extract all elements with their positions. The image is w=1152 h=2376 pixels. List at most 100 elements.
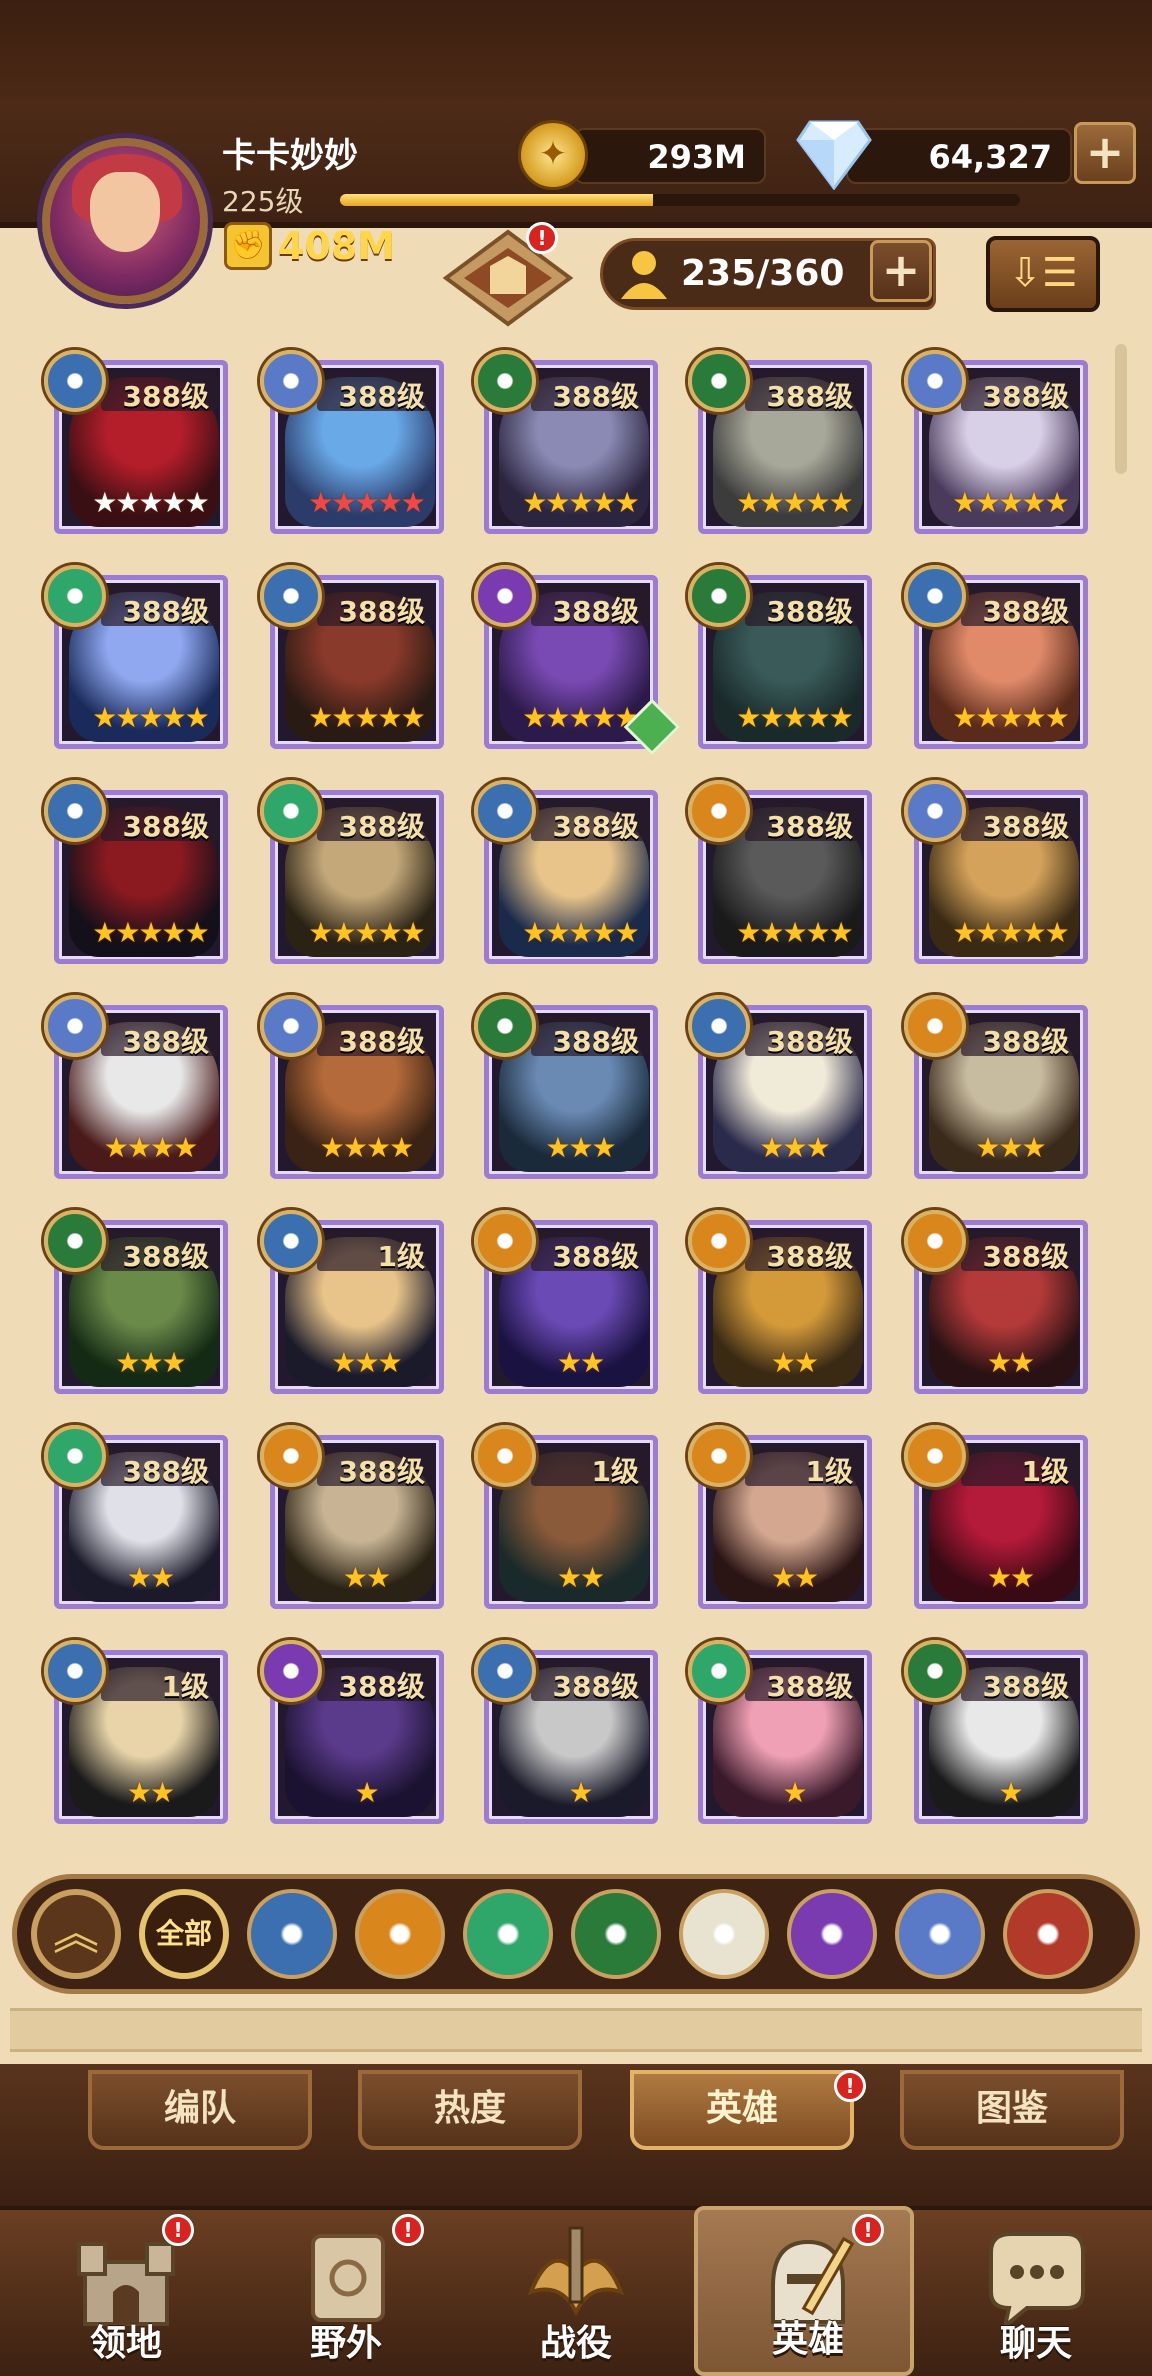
xp-bar — [340, 194, 1020, 206]
collapse-button[interactable]: ︽ — [31, 1889, 121, 1979]
filter-all-button[interactable]: 全部 — [139, 1889, 229, 1979]
list-scrollbar[interactable] — [1115, 344, 1127, 474]
diamond-value: 64,327 — [928, 138, 1052, 176]
hero-card[interactable]: 388级 ★★★ — [904, 995, 1088, 1179]
lightbearer-faction-icon — [474, 1640, 536, 1702]
nav-campaign[interactable]: 战役 — [466, 2206, 686, 2376]
player-avatar[interactable] — [42, 138, 208, 304]
hero-card[interactable]: 388级 ★★ — [688, 1210, 872, 1394]
nav-territory[interactable]: 领地 — [16, 2206, 236, 2376]
hero-card[interactable]: 1级 ★★ — [688, 1425, 872, 1609]
hero-card[interactable]: 388级 ★★★★★ — [474, 780, 658, 964]
hero-level-plate: 388级 — [745, 1016, 863, 1058]
hero-level: 388级 — [766, 1670, 853, 1703]
hero-card[interactable]: 388级 ★★★ — [44, 1210, 228, 1394]
filter-lightbearer-icon[interactable] — [247, 1889, 337, 1979]
hero-card[interactable]: 388级 ★★★★★ — [474, 350, 658, 534]
hero-stars: ★★★ — [115, 1346, 186, 1379]
filter-wilder-icon[interactable] — [463, 1889, 553, 1979]
tab-heroes[interactable]: 英雄 — [630, 2070, 854, 2150]
diamond-display: 64,327 — [846, 128, 1072, 184]
hero-level: 388级 — [552, 595, 639, 628]
hero-level-plate: 388级 — [101, 1446, 219, 1488]
hero-card[interactable]: 388级 ★★ — [904, 1210, 1088, 1394]
nav-chat[interactable]: 聊天 — [926, 2206, 1146, 2376]
hero-level: 388级 — [982, 1670, 1069, 1703]
hero-card[interactable]: 388级 ★★★★★ — [904, 565, 1088, 749]
hero-level-plate: 388级 — [745, 1661, 863, 1703]
filter-rune-icon[interactable] — [1003, 1889, 1093, 1979]
hero-stars: ★ — [782, 1776, 807, 1809]
filter-hypogean-icon[interactable] — [787, 1889, 877, 1979]
hero-level: 388级 — [766, 380, 853, 413]
hero-card[interactable]: 1级 ★★★ — [260, 1210, 444, 1394]
lightbearer-faction-icon — [44, 1640, 106, 1702]
player-name: 卡卡妙妙 — [222, 136, 358, 176]
hero-card[interactable]: 388级 ★★★★ — [260, 995, 444, 1179]
mauler-faction-icon — [688, 1210, 750, 1272]
hero-level: 388级 — [338, 1455, 425, 1488]
hero-card[interactable]: 1级 ★★ — [44, 1640, 228, 1824]
expand-capacity-button[interactable]: + — [870, 240, 932, 302]
hero-stars: ★★★★★ — [92, 701, 210, 734]
hero-card[interactable]: 388级 ★★ — [260, 1425, 444, 1609]
hero-stars: ★★ — [986, 1561, 1035, 1594]
hero-card[interactable]: 388级 ★ — [260, 1640, 444, 1824]
hero-card[interactable]: 388级 ★ — [688, 1640, 872, 1824]
hero-card[interactable]: 388级 ★★★★★ — [474, 565, 681, 756]
mauler-faction-icon — [688, 1425, 750, 1487]
mauler-faction-icon — [474, 1425, 536, 1487]
add-diamonds-button[interactable]: + — [1074, 122, 1136, 184]
sort-button[interactable]: ⇩☰ — [986, 236, 1100, 312]
hero-card[interactable]: 388级 ★★★ — [688, 995, 872, 1179]
hero-level-plate: 388级 — [317, 1446, 435, 1488]
tab-codex[interactable]: 图鉴 — [900, 2070, 1124, 2150]
hero-card[interactable]: 388级 ★★★★★ — [688, 350, 872, 534]
hero-level: 388级 — [338, 810, 425, 843]
hero-card[interactable]: 388级 ★★★★★ — [904, 780, 1088, 964]
filter-mauler-icon[interactable] — [355, 1889, 445, 1979]
hero-level: 388级 — [122, 810, 209, 843]
hero-level-plate: 1级 — [531, 1446, 649, 1488]
hero-level: 1级 — [377, 1240, 425, 1273]
hero-stars: ★★★★★ — [736, 916, 854, 949]
hero-card[interactable]: 388级 ★★★★★ — [44, 565, 228, 749]
hero-card[interactable]: 388级 ★ — [474, 1640, 658, 1824]
hero-card[interactable]: 388级 ★★★★ — [44, 995, 228, 1179]
mauler-faction-icon — [688, 780, 750, 842]
hero-card[interactable]: 388级 ★ — [904, 1640, 1088, 1824]
hero-card[interactable]: 388级 ★★★★★ — [688, 780, 872, 964]
hero-card[interactable]: 388级 ★★★★★ — [904, 350, 1088, 534]
tab-popularity[interactable]: 热度 — [358, 2070, 582, 2150]
mauler-faction-icon — [904, 995, 966, 1057]
hero-card[interactable]: 388级 ★★★★★ — [260, 780, 444, 964]
hero-level: 388级 — [552, 380, 639, 413]
hero-card[interactable]: 1级 ★★ — [904, 1425, 1088, 1609]
hero-card[interactable]: 388级 ★★ — [474, 1210, 658, 1394]
hero-card[interactable]: 388级 ★★★★★ — [688, 565, 872, 749]
hero-card[interactable]: 388级 ★★★★★ — [260, 565, 444, 749]
heroes-alert-badge: ! — [852, 2214, 884, 2246]
hero-card[interactable]: 388级 ★★★ — [474, 995, 658, 1179]
filter-celestial-icon[interactable] — [679, 1889, 769, 1979]
hero-stars: ★★★★★ — [952, 916, 1070, 949]
hero-level: 388级 — [122, 1455, 209, 1488]
hero-level-plate: 388级 — [961, 586, 1079, 628]
graveborn-faction-icon — [904, 1640, 966, 1702]
hero-stars: ★★ — [126, 1776, 175, 1809]
tab-formation[interactable]: 编队 — [88, 2070, 312, 2150]
hero-card[interactable]: 388级 ★★★★★ — [44, 350, 228, 534]
hero-stars: ★★★★★ — [92, 916, 210, 949]
hero-stars: ★★★ — [759, 1131, 830, 1164]
hero-card[interactable]: 388级 ★★★★★ — [260, 350, 444, 534]
hero-level: 388级 — [122, 1025, 209, 1058]
hero-level-plate: 1级 — [745, 1446, 863, 1488]
hero-level-plate: 1级 — [961, 1446, 1079, 1488]
hero-level: 388级 — [552, 1025, 639, 1058]
hero-card[interactable]: 388级 ★★ — [44, 1425, 228, 1609]
hero-card[interactable]: 1级 ★★ — [474, 1425, 658, 1609]
filter-dimensional-icon[interactable] — [895, 1889, 985, 1979]
filter-graveborn-icon[interactable] — [571, 1889, 661, 1979]
hero-card[interactable]: 388级 ★★★★★ — [44, 780, 228, 964]
hero-stars: ★★★ — [975, 1131, 1046, 1164]
